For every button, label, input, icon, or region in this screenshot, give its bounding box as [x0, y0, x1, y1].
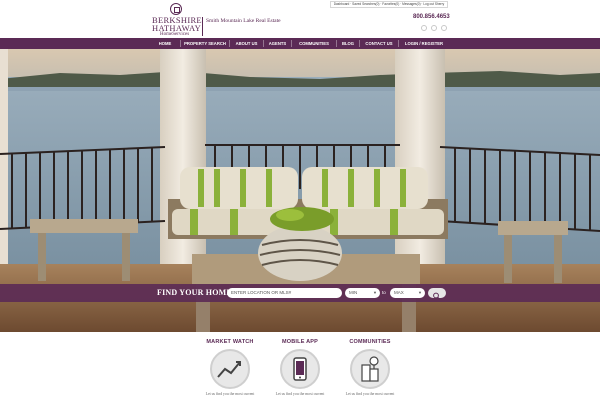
feature-title: MARKET WATCH: [206, 339, 254, 345]
social-links: [421, 25, 447, 31]
site-header: BERKSHIRE HATHAWAY HomeServices Smith Mo…: [0, 0, 600, 38]
brand-seal-icon: [170, 3, 182, 15]
feature-text: Let us find you the most current: [345, 392, 395, 396]
brand-line2: HATHAWAY: [152, 23, 202, 33]
nav-item-about-us[interactable]: ABOUT US: [230, 38, 263, 49]
feature-title: MOBILE APP: [281, 339, 319, 345]
facebook-icon[interactable]: [421, 25, 427, 31]
twitter-icon[interactable]: [431, 25, 437, 31]
max-price-select[interactable]: MAX ▼: [390, 288, 425, 298]
feature-market-watch[interactable]: MARKET WATCH Let us find you the most cu…: [200, 339, 260, 396]
min-price-select[interactable]: MIN ▼: [345, 288, 380, 298]
office-name: Smith Mountain Lake Real Estate: [206, 18, 281, 24]
brand-sub: HomeServices: [160, 32, 190, 37]
nav-item-agents[interactable]: AGENTS: [264, 38, 291, 49]
max-price-label: MAX: [394, 290, 404, 295]
nav-item-communities[interactable]: COMMUNITIES: [292, 38, 336, 49]
search-title: FIND YOUR HOME: [157, 288, 232, 297]
nav-item-home[interactable]: HOME: [150, 38, 180, 49]
chart-icon: [210, 349, 250, 389]
logo-divider: [202, 17, 203, 36]
search-icon: [433, 292, 441, 300]
location-search-input[interactable]: ENTER LOCATION OR MLS#: [227, 288, 342, 298]
building-icon: [350, 349, 390, 389]
linkedin-icon[interactable]: [441, 25, 447, 31]
nav-item-property-search[interactable]: PROPERTY SEARCH: [181, 38, 229, 49]
feature-mobile-app[interactable]: MOBILE APP Let us find you the most curr…: [270, 339, 330, 396]
to-label: to: [382, 290, 386, 295]
feature-title: COMMUNITIES: [349, 339, 391, 345]
brand-logo[interactable]: BERKSHIRE HATHAWAY HomeServices Smith Mo…: [150, 3, 290, 37]
feature-communities[interactable]: COMMUNITIES Let us find you the most cur…: [340, 339, 400, 396]
features-section: MARKET WATCH Let us find you the most cu…: [0, 332, 600, 400]
phone-number[interactable]: 800.856.4653: [413, 14, 450, 20]
chevron-down-icon: ▼: [373, 290, 377, 295]
main-nav: HOME PROPERTY SEARCH ABOUT US AGENTS COM…: [0, 38, 600, 49]
phone-icon: [280, 349, 320, 389]
search-button[interactable]: [428, 288, 446, 300]
nav-item-contact-us[interactable]: CONTACT US: [360, 38, 398, 49]
user-utility-links[interactable]: Dashboard · Saved Searches(0) · Favorite…: [330, 1, 448, 8]
nav-item-login-register[interactable]: LOGIN / REGISTER: [399, 38, 449, 49]
search-bar: FIND YOUR HOME ENTER LOCATION OR MLS# MI…: [0, 284, 600, 302]
feature-text: Let us find you the most current: [275, 392, 325, 396]
feature-text: Let us find you the most current: [205, 392, 255, 396]
min-price-label: MIN: [349, 290, 358, 295]
chevron-down-icon: ▼: [418, 290, 422, 295]
nav-item-blog[interactable]: BLOG: [337, 38, 359, 49]
